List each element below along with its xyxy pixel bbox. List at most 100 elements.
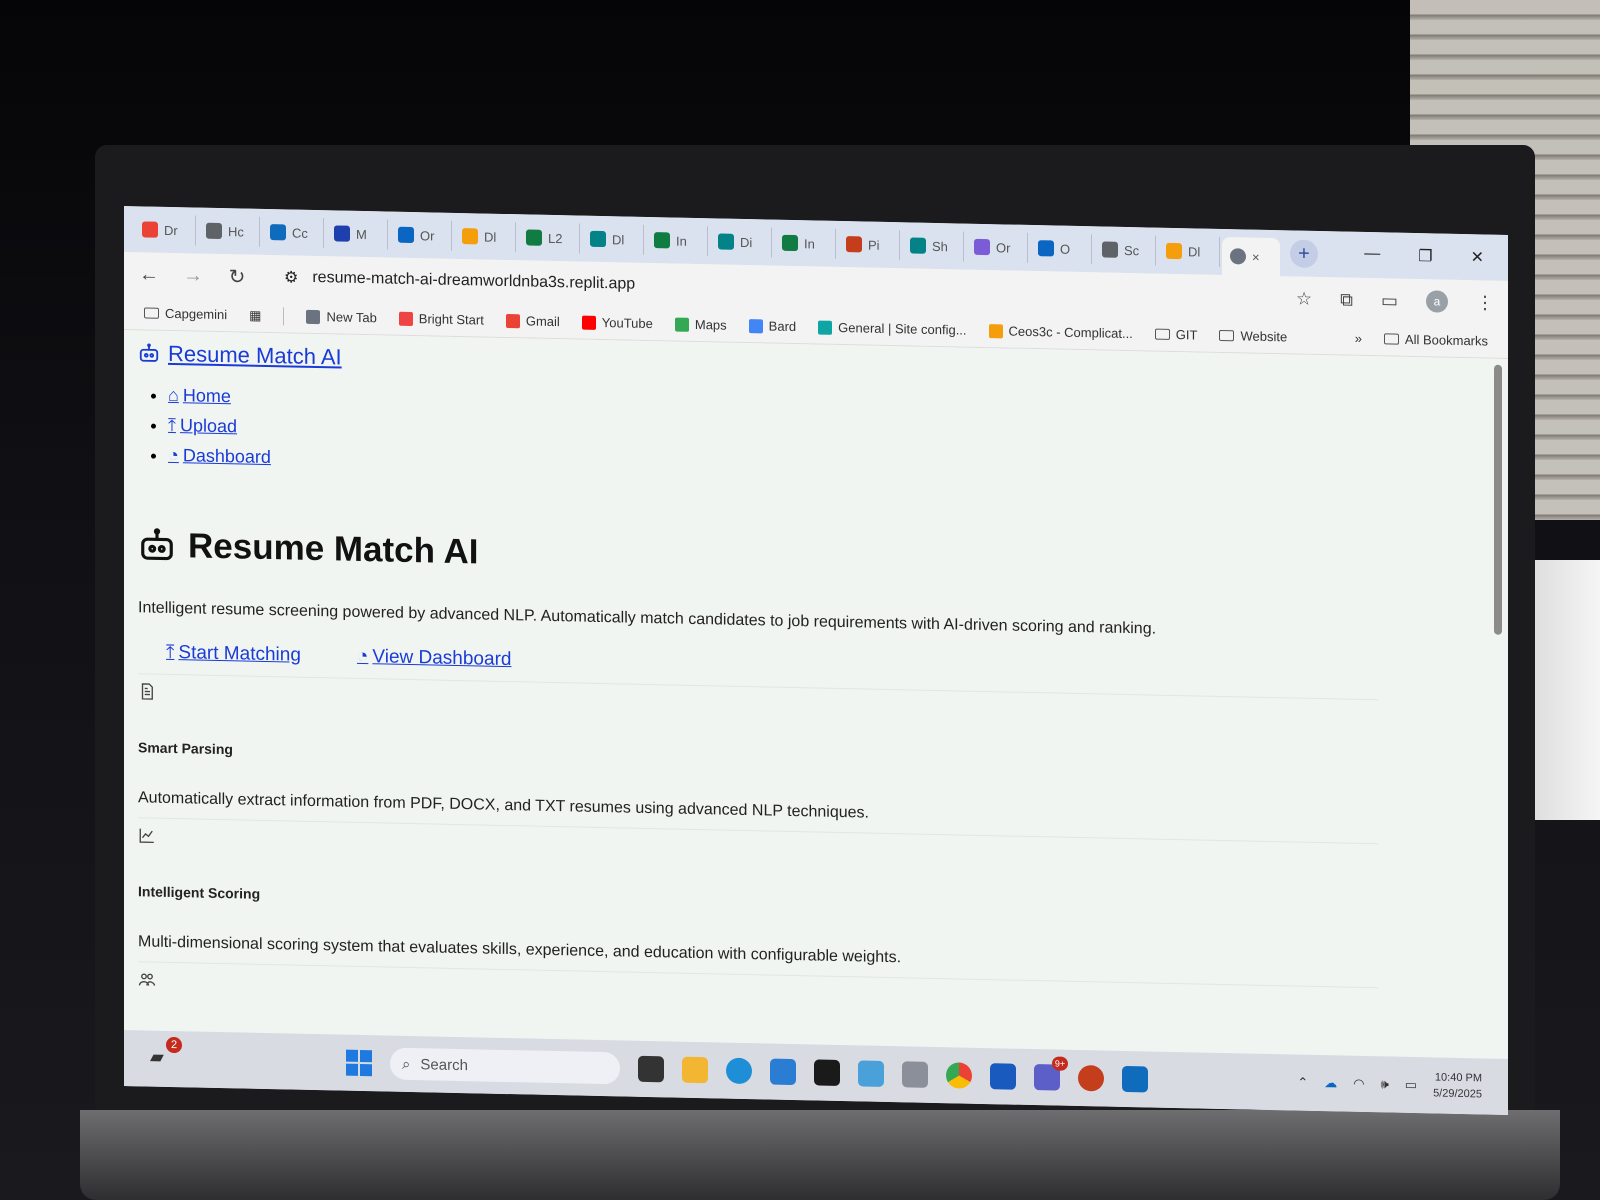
browser-tab[interactable]: L2 [518, 222, 580, 254]
browser-tab[interactable]: Dl [1158, 235, 1220, 267]
page-content: Resume Match AI ⌂Home ⤒Upload ◔Dashboard… [124, 330, 1508, 1059]
browser-tab[interactable]: In [774, 227, 836, 259]
browser-tab[interactable]: Sh [902, 230, 964, 262]
all-bookmarks-folder[interactable]: All Bookmarks [1383, 331, 1488, 349]
view-dashboard-button[interactable]: ◔ View Dashboard [357, 646, 512, 671]
bookmark-item[interactable]: GIT [1154, 327, 1197, 342]
browser-tab[interactable]: O [1030, 232, 1092, 265]
profile-avatar[interactable]: a [1426, 290, 1448, 313]
time: 10:40 PM [1434, 1071, 1482, 1085]
browser-tab[interactable]: Di [710, 226, 772, 258]
tab-favicon-icon [270, 224, 286, 241]
bookmark-item[interactable]: Ceos3c - Complicat... [988, 323, 1133, 342]
reload-button[interactable]: ↻ [226, 264, 248, 289]
bookmark-item[interactable]: Capgemini [144, 305, 227, 322]
tab-search-icon[interactable]: ▭ [1381, 290, 1398, 311]
tab-favicon-icon [526, 229, 542, 246]
browser-tab[interactable]: Dr [134, 214, 196, 246]
task-view-icon[interactable] [638, 1055, 664, 1083]
browser-tab[interactable]: Sc [1094, 234, 1156, 266]
browser-tab[interactable]: M [326, 218, 388, 250]
back-button[interactable]: ← [138, 263, 160, 286]
close-tab-button[interactable]: × [1252, 249, 1260, 264]
tab-active[interactable]: × [1222, 236, 1280, 277]
robot-icon [139, 343, 159, 362]
widgets-button[interactable]: ▰ 2 [150, 1036, 182, 1072]
file-explorer-icon[interactable] [682, 1056, 708, 1084]
tab-favicon-icon [142, 221, 158, 238]
terminal-icon[interactable] [814, 1059, 840, 1086]
chart-line-icon [139, 828, 154, 844]
page-scrollbar[interactable] [1494, 364, 1502, 635]
tab-label: Hc [228, 223, 244, 240]
url-text: resume-match-ai-dreamworldnba3s.replit.a… [312, 268, 636, 293]
word-icon[interactable] [990, 1063, 1016, 1090]
tab-favicon-icon [1038, 240, 1054, 257]
apps-grid-icon[interactable]: ▦ [249, 307, 261, 323]
bookmark-star-icon[interactable]: ☆ [1296, 288, 1312, 309]
minimize-button[interactable]: — [1364, 245, 1380, 265]
browser-tab[interactable]: In [646, 224, 708, 257]
tab-favicon-icon [974, 238, 990, 256]
powerpoint-icon[interactable] [1078, 1064, 1104, 1092]
nav-link-dashboard[interactable]: ◔Dashboard [168, 445, 271, 468]
browser-tab[interactable]: Dl [454, 220, 516, 253]
notepad-icon[interactable] [858, 1060, 884, 1087]
battery-icon[interactable]: ▭ [1405, 1077, 1417, 1093]
chevron-up-icon[interactable]: ⌃ [1297, 1075, 1308, 1091]
nav-link-home[interactable]: ⌂Home [168, 385, 231, 407]
browser-tab[interactable]: Or [390, 219, 452, 251]
windows-start-icon[interactable] [346, 1049, 372, 1077]
forward-button[interactable]: → [182, 264, 204, 287]
wifi-icon[interactable]: ◠ [1353, 1076, 1364, 1092]
bookmark-item[interactable]: Maps [674, 317, 727, 333]
browser-tab[interactable]: Hc [198, 215, 260, 247]
users-icon [138, 973, 156, 986]
store-icon[interactable] [770, 1058, 796, 1086]
bookmark-item[interactable]: General | Site config... [818, 320, 967, 338]
tab-label: Cc [292, 225, 308, 241]
nav-link-upload[interactable]: ⤒Upload [168, 415, 237, 437]
bookmark-item[interactable]: Bard [748, 318, 796, 334]
bookmark-favicon-icon [748, 318, 763, 333]
chrome-icon[interactable] [946, 1062, 972, 1089]
feature-card-smart-parsing: Smart Parsing Automatically extract info… [138, 673, 1378, 834]
bookmark-item[interactable]: Bright Start [398, 311, 484, 328]
extensions-icon[interactable]: ⧉ [1340, 289, 1353, 310]
browser-tab[interactable]: Pi [838, 228, 900, 261]
bookmark-label: Ceos3c - Complicat... [1008, 323, 1133, 342]
browser-tab[interactable]: Or [966, 231, 1028, 263]
bookmark-label: Gmail [525, 313, 560, 330]
site-info-icon[interactable]: ⚙ [284, 267, 298, 287]
date: 5/29/2025 [1433, 1087, 1482, 1101]
close-window-button[interactable]: ✕ [1471, 247, 1484, 267]
clock[interactable]: 10:40 PM 5/29/2025 [1433, 1069, 1482, 1102]
volume-icon[interactable]: 🕪 [1381, 1076, 1389, 1092]
bookmark-item[interactable]: Website [1219, 328, 1287, 344]
tab-favicon-icon [654, 232, 670, 249]
edge-icon[interactable] [726, 1057, 752, 1085]
teams-icon[interactable]: 9+ [1034, 1056, 1068, 1091]
onedrive-icon[interactable]: ☁ [1324, 1075, 1337, 1091]
bookmark-label: Website [1240, 328, 1288, 345]
restore-button[interactable]: ❐ [1418, 246, 1432, 266]
bookmark-item[interactable]: Gmail [505, 313, 560, 330]
calculator-icon[interactable] [902, 1061, 928, 1088]
taskbar-search[interactable]: ⌕ Search [390, 1047, 620, 1085]
start-matching-button[interactable]: ⤒ Start Matching [166, 642, 301, 667]
tab-favicon-icon [718, 233, 734, 250]
nav-label: Upload [179, 415, 238, 437]
bookmark-item[interactable]: YouTube [581, 315, 653, 331]
new-tab-button[interactable]: + [1290, 239, 1318, 269]
cta-secondary-label: View Dashboard [372, 646, 512, 671]
outlook-icon[interactable] [1122, 1065, 1148, 1093]
document-icon [141, 683, 153, 700]
browser-tab[interactable]: Dl [582, 223, 644, 255]
tab-favicon-icon [782, 234, 798, 252]
menu-kebab-icon[interactable]: ⋮ [1476, 292, 1494, 313]
bookmarks-overflow-button[interactable]: » [1355, 331, 1362, 346]
tab-favicon-icon [462, 228, 478, 245]
browser-tab[interactable]: Cc [262, 216, 324, 249]
tab-label: Di [740, 234, 753, 250]
bookmark-item[interactable]: New Tab [306, 309, 377, 325]
